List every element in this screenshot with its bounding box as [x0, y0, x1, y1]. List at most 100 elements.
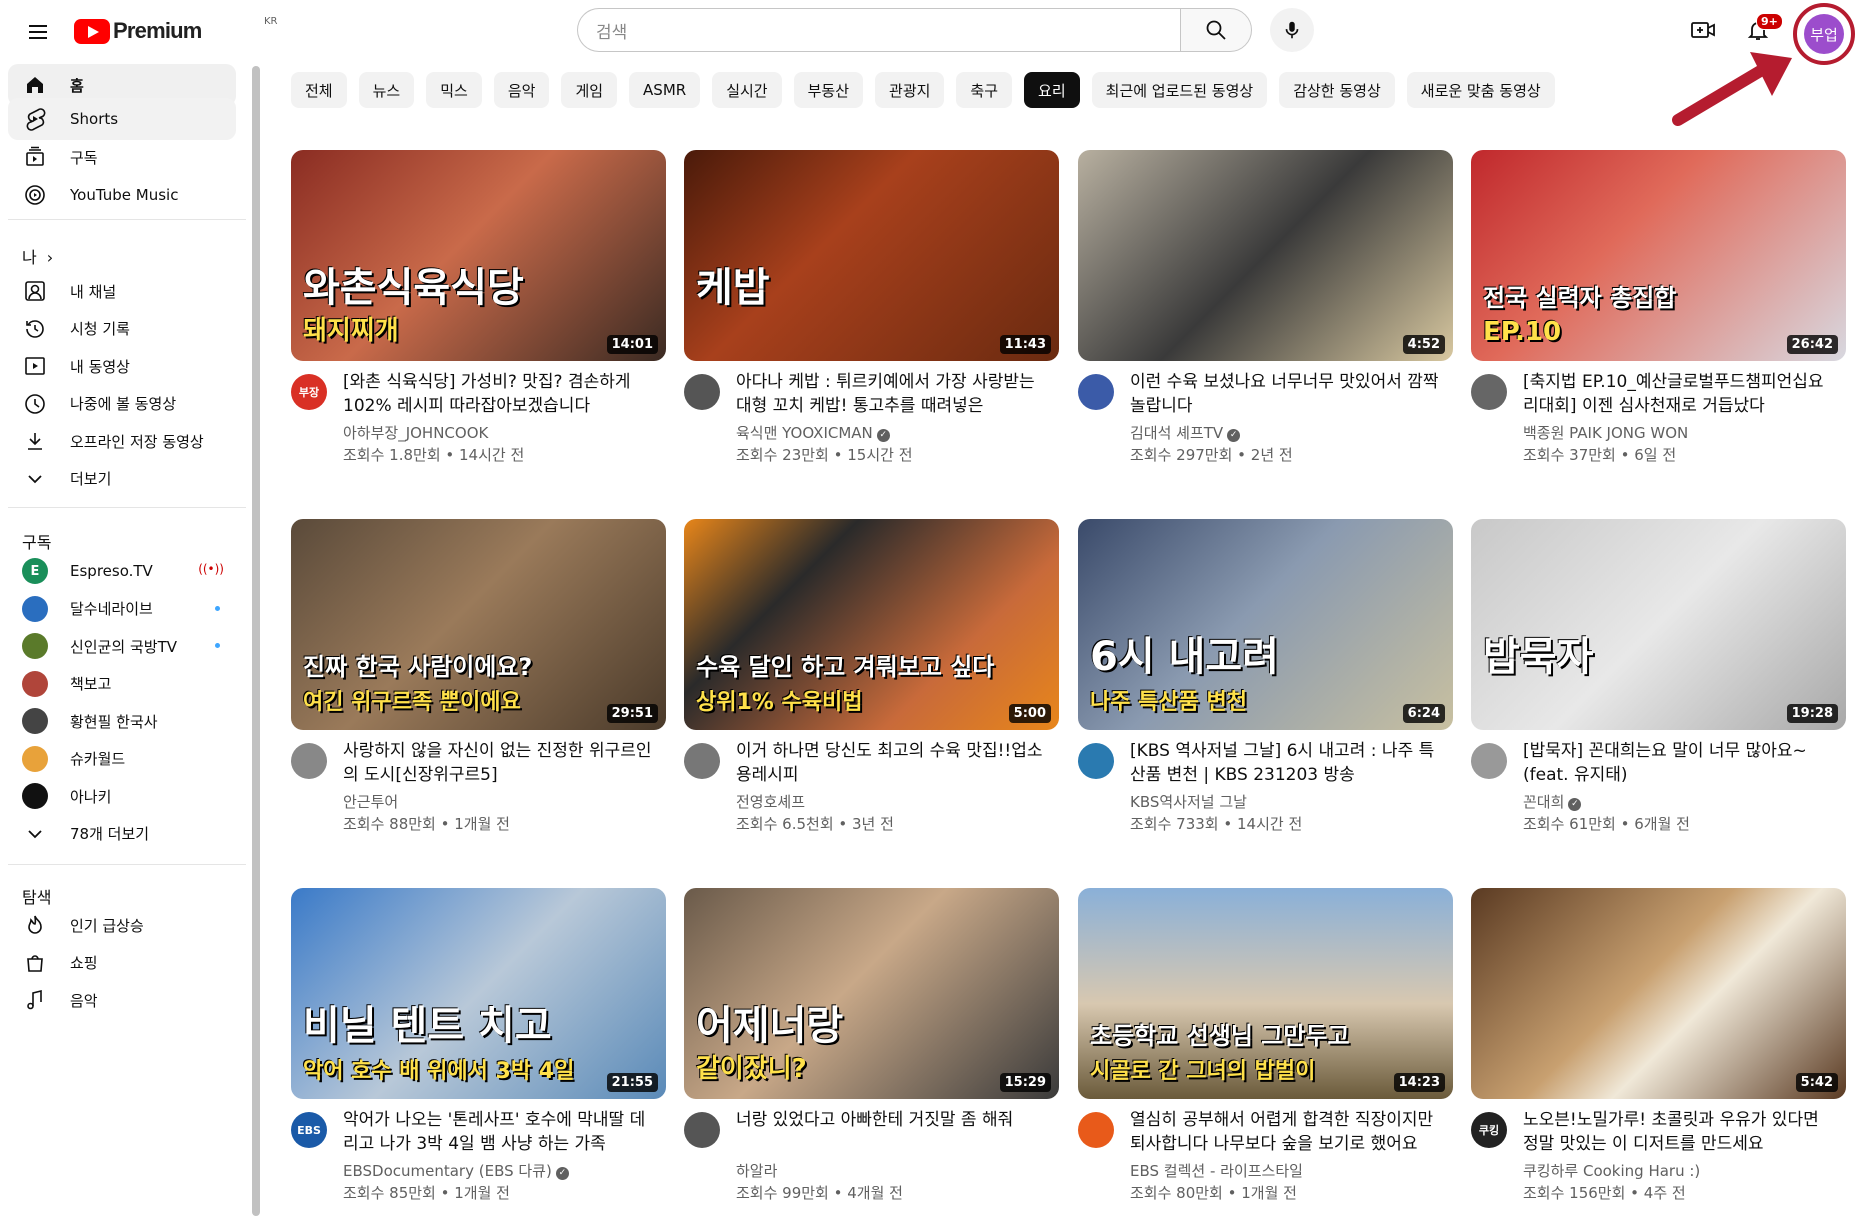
video-thumbnail[interactable]: 비닐 텐트 치고 악어 호수 배 위에서 3박 4일 21:55	[291, 888, 666, 1099]
video-title[interactable]: [KBS 역사저널 그날] 6시 내고려 : 나주 특산품 변천 | KBS 2…	[1130, 739, 1440, 787]
video-thumbnail[interactable]: 와촌식육식당 돼지찌개 14:01	[291, 150, 666, 361]
filter-chip[interactable]: 전체	[291, 72, 347, 108]
video-card[interactable]: 4:52 이런 수육 보셨나요 너무너무 맛있어서 깜짝 놀랍니다김대석 셰프TV…	[1078, 150, 1453, 490]
video-card[interactable]: 진짜 한국 사람이에요? 여긴 위구르족 뿐이에요 29:51 사랑하지 않을 자신이…	[291, 519, 666, 859]
video-title[interactable]: 열심히 공부해서 어렵게 합격한 직장이지만 퇴사합니다 나무보다 숲을 보기로…	[1130, 1108, 1440, 1156]
video-title[interactable]: 이런 수육 보셨나요 너무너무 맛있어서 깜짝 놀랍니다	[1130, 370, 1440, 418]
video-thumbnail[interactable]: 초등학교 선생님 그만두고 시골로 간 그녀의 밥벌이 14:23	[1078, 888, 1453, 1099]
video-title[interactable]: [축지법 EP.10_예산글로벌푸드챔피언십요리대회] 이젠 심사천재로 거듭났…	[1523, 370, 1833, 418]
filter-chip[interactable]: 감상한 동영상	[1279, 72, 1395, 108]
filter-chip[interactable]: 축구	[956, 72, 1013, 108]
create-button[interactable]	[1683, 10, 1723, 50]
video-title[interactable]: 사랑하지 않을 자신이 없는 진정한 위구르인의 도시[신장위구르5]	[343, 739, 653, 787]
video-card[interactable]: 수육 달인 하고 겨뤄보고 싶다 상위1% 수육비법 5:00 이거 하나면 당신도 …	[684, 519, 1059, 859]
sidebar-item-you-0[interactable]: 내 채널	[8, 270, 236, 312]
video-card[interactable]: 전국 실력자 총집합 EP.10 26:42 [축지법 EP.10_예산글로벌푸드챔피…	[1471, 150, 1846, 490]
filter-chip[interactable]: 요리	[1024, 72, 1080, 108]
video-title[interactable]: [와촌 식육식당] 가성비? 맛집? 겸손하게 102% 레시피 따라잡아보겠습…	[343, 370, 653, 418]
channel-avatar[interactable]	[1078, 374, 1114, 410]
video-thumbnail[interactable]: 어제너랑 같이잤니? 15:29	[684, 888, 1059, 1099]
video-thumbnail[interactable]: 수육 달인 하고 겨뤄보고 싶다 상위1% 수육비법 5:00	[684, 519, 1059, 730]
you-section-title[interactable]: 나 ›	[22, 244, 53, 268]
sidebar-item-you-3[interactable]: 나중에 볼 동영상	[8, 383, 236, 425]
video-thumbnail[interactable]: 6시 내고려 나주 특산품 변천 6:24	[1078, 519, 1453, 730]
video-title[interactable]: 너랑 있었다고 아빠한테 거짓말 좀 해줘	[736, 1108, 1046, 1132]
sidebar-item-explore-2[interactable]: 음악	[8, 979, 236, 1021]
youtube-logo[interactable]: Premium KR	[74, 16, 278, 46]
channel-name[interactable]: EBSDocumentary (EBS 다큐) ✓	[343, 1160, 569, 1181]
avatar[interactable]: 부업	[1804, 14, 1844, 54]
sidebar-subscription-item[interactable]: 신인균의 국방TV	[8, 625, 236, 667]
channel-avatar[interactable]	[684, 374, 720, 410]
sidebar-item-3[interactable]: YouTube Music	[8, 174, 236, 216]
channel-avatar[interactable]	[1078, 743, 1114, 779]
channel-name[interactable]: 꼰대희 ✓	[1523, 791, 1582, 812]
channel-name[interactable]: 전영호셰프	[736, 791, 805, 812]
filter-chip[interactable]: 실시간	[712, 72, 782, 108]
sidebar-subscription-item[interactable]: 황현필 한국사	[8, 700, 236, 742]
video-title[interactable]: 노오븐!노밀가루! 초콜릿과 우유가 있다면 정말 맛있는 이 디저트를 만드세…	[1523, 1108, 1833, 1156]
video-thumbnail[interactable]: 전국 실력자 총집합 EP.10 26:42	[1471, 150, 1846, 361]
video-title[interactable]: 악어가 나오는 '톤레사프' 호수에 막내딸 데리고 나가 3박 4일 뱀 사냥…	[343, 1108, 653, 1156]
video-title[interactable]: [밥묵자] 꼰대희는요 말이 너무 많아요~ (feat. 유지태)	[1523, 739, 1833, 787]
video-card[interactable]: 6시 내고려 나주 특산품 변천 6:24 [KBS 역사저널 그날] 6시 내고려 …	[1078, 519, 1453, 859]
filter-chip[interactable]: 믹스	[426, 72, 482, 108]
sidebar-subscription-item[interactable]: 달수네라이브	[8, 588, 236, 630]
filter-chip[interactable]: 관광지	[875, 72, 945, 108]
video-card[interactable]: 밥묵자 19:28 [밥묵자] 꼰대희는요 말이 너무 많아요~ (feat. 유지…	[1471, 519, 1846, 859]
sidebar-subscription-item[interactable]: E Espreso.TV ((•))	[8, 550, 236, 592]
sidebar-item-explore-1[interactable]: 쇼핑	[8, 942, 236, 984]
channel-name[interactable]: 쿠킹하루 Cooking Haru :)	[1523, 1160, 1700, 1181]
video-title[interactable]: 아다나 케밥 : 튀르키예에서 가장 사랑받는 대형 꼬치 케밥! 통고추를 때…	[736, 370, 1046, 418]
filter-chip[interactable]: ASMR	[629, 72, 701, 108]
video-thumbnail[interactable]: 케밥 11:43	[684, 150, 1059, 361]
video-thumbnail[interactable]: 4:52	[1078, 150, 1453, 361]
sidebar-item-explore-0[interactable]: 인기 급상승	[8, 904, 236, 946]
filter-chip[interactable]: 게임	[561, 72, 618, 108]
video-card[interactable]: 초등학교 선생님 그만두고 시골로 간 그녀의 밥벌이 14:23 열심히 공부해서 …	[1078, 888, 1453, 1222]
channel-avatar[interactable]: 쿠킹	[1471, 1112, 1507, 1148]
channel-avatar[interactable]: EBS	[291, 1112, 327, 1148]
channel-avatar[interactable]	[1078, 1112, 1114, 1148]
sidebar-item-you-5[interactable]: 더보기	[8, 458, 236, 500]
menu-button[interactable]	[18, 12, 58, 52]
filter-chip[interactable]: 새로운 맞춤 동영상	[1406, 72, 1555, 108]
channel-avatar[interactable]	[684, 743, 720, 779]
channel-name[interactable]: 아하부장_JOHNCOOK	[343, 422, 488, 443]
filter-chip[interactable]: 부동산	[793, 72, 864, 108]
channel-avatar[interactable]	[1471, 374, 1507, 410]
sidebar-scrollbar[interactable]	[252, 66, 260, 1216]
sidebar-item-2[interactable]: 구독	[8, 136, 236, 178]
sidebar-item-you-2[interactable]: 내 동영상	[8, 345, 236, 387]
sidebar-item-1[interactable]: Shorts	[8, 98, 236, 140]
sidebar-subscription-item[interactable]: 아나키	[8, 775, 236, 817]
channel-avatar[interactable]	[291, 743, 327, 779]
channel-name[interactable]: 안근투어	[343, 791, 398, 812]
video-thumbnail[interactable]: 밥묵자 19:28	[1471, 519, 1846, 730]
video-title[interactable]: 이거 하나면 당신도 최고의 수육 맛집!!업소용레시피	[736, 739, 1046, 787]
sidebar-item-you-4[interactable]: 오프라인 저장 동영상	[8, 420, 236, 462]
channel-name[interactable]: 김대석 셰프TV ✓	[1130, 422, 1241, 443]
sidebar-subscription-item[interactable]: 슈카월드	[8, 738, 236, 780]
voice-search-button[interactable]	[1270, 8, 1314, 52]
channel-name[interactable]: 육식맨 YOOXICMAN ✓	[736, 422, 890, 443]
video-thumbnail[interactable]: 5:42	[1471, 888, 1846, 1099]
video-card[interactable]: 와촌식육식당 돼지찌개 14:01 부장 [와촌 식육식당] 가성비? 맛집? 겸손하게…	[291, 150, 666, 490]
video-card[interactable]: 비닐 텐트 치고 악어 호수 배 위에서 3박 4일 21:55 EBS 악어가 나오는…	[291, 888, 666, 1222]
video-card[interactable]: 케밥 11:43 아다나 케밥 : 튀르키예에서 가장 사랑받는 대형 꼬치 케밥!…	[684, 150, 1059, 490]
filter-chip[interactable]: 음악	[493, 72, 550, 108]
sidebar-item-you-1[interactable]: 시청 기록	[8, 308, 236, 350]
search-button[interactable]	[1180, 8, 1252, 52]
filter-chip[interactable]: 최근에 업로드된 동영상	[1091, 72, 1268, 108]
channel-name[interactable]: EBS 컬렉션 - 라이프스타일	[1130, 1160, 1303, 1181]
video-card[interactable]: 어제너랑 같이잤니? 15:29 너랑 있었다고 아빠한테 거짓말 좀 해줘 하알라 조회…	[684, 888, 1059, 1222]
channel-name[interactable]: 하알라	[736, 1160, 777, 1181]
channel-avatar[interactable]: 부장	[291, 374, 327, 410]
video-thumbnail[interactable]: 진짜 한국 사람이에요? 여긴 위구르족 뿐이에요 29:51	[291, 519, 666, 730]
search-input[interactable]: 검색	[577, 8, 1180, 52]
channel-avatar[interactable]	[1471, 743, 1507, 779]
channel-name[interactable]: 백종원 PAIK JONG WON	[1523, 422, 1688, 443]
video-card[interactable]: 5:42 쿠킹 노오븐!노밀가루! 초콜릿과 우유가 있다면 정말 맛있는 이 디저…	[1471, 888, 1846, 1222]
channel-name[interactable]: KBS역사저널 그날	[1130, 791, 1247, 812]
sidebar-subscription-item[interactable]: 78개 더보기	[8, 813, 236, 855]
